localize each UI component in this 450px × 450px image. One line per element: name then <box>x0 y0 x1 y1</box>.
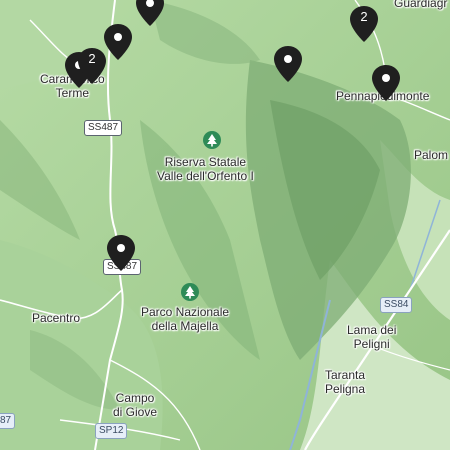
map-view[interactable]: Caramanico Terme Guardiagr Pennapiedimon… <box>0 0 450 450</box>
cluster-count: 2 <box>360 9 368 24</box>
road-shield-ss487-north: SS487 <box>84 120 123 136</box>
place-label-campo[interactable]: Campo di Giove <box>113 391 157 419</box>
place-label-line: della Majella <box>151 319 219 333</box>
place-label-taranta[interactable]: Taranta Peligna <box>325 368 365 396</box>
park-tree-icon[interactable] <box>181 283 199 301</box>
place-label-line: Terme <box>55 86 90 100</box>
place-label-line: Parco Nazionale <box>141 305 230 319</box>
place-label-line: Taranta <box>325 368 366 382</box>
road-shield-edge: 87 <box>0 413 16 429</box>
location-pin-icon[interactable] <box>107 235 135 271</box>
place-label-lama[interactable]: Lama dei Peligni <box>347 323 396 351</box>
park-tree-icon[interactable] <box>203 131 221 149</box>
place-label-line: Riserva Statale <box>164 155 247 169</box>
location-pin-icon[interactable] <box>136 0 164 26</box>
place-label-riserva[interactable]: Riserva Statale Valle dell'Orfento I <box>157 155 254 183</box>
location-pin-icon[interactable] <box>104 24 132 60</box>
place-label-line: Lama dei <box>347 323 397 337</box>
location-pin-cluster[interactable]: 2 <box>350 6 378 42</box>
location-pin-icon[interactable] <box>274 46 302 82</box>
location-pin-icon[interactable] <box>372 65 400 101</box>
place-label-line: Peligni <box>353 337 390 351</box>
place-label-parco[interactable]: Parco Nazionale della Majella <box>141 305 229 333</box>
place-label-palombaro[interactable]: Palom <box>414 148 448 162</box>
place-label-pacentro[interactable]: Pacentro <box>32 311 80 325</box>
location-pin-cluster[interactable]: 2 <box>78 48 106 84</box>
place-label-guardiagrele[interactable]: Guardiagr <box>394 0 447 10</box>
place-label-line: Campo <box>115 391 155 405</box>
place-label-line: di Giove <box>113 405 158 419</box>
place-label-line: Valle dell'Orfento I <box>157 169 254 183</box>
road-shield-ss84: SS84 <box>380 297 413 313</box>
place-label-line: Peligna <box>325 382 366 396</box>
road-shield-sp12: SP12 <box>95 423 128 439</box>
cluster-count: 2 <box>88 51 96 66</box>
